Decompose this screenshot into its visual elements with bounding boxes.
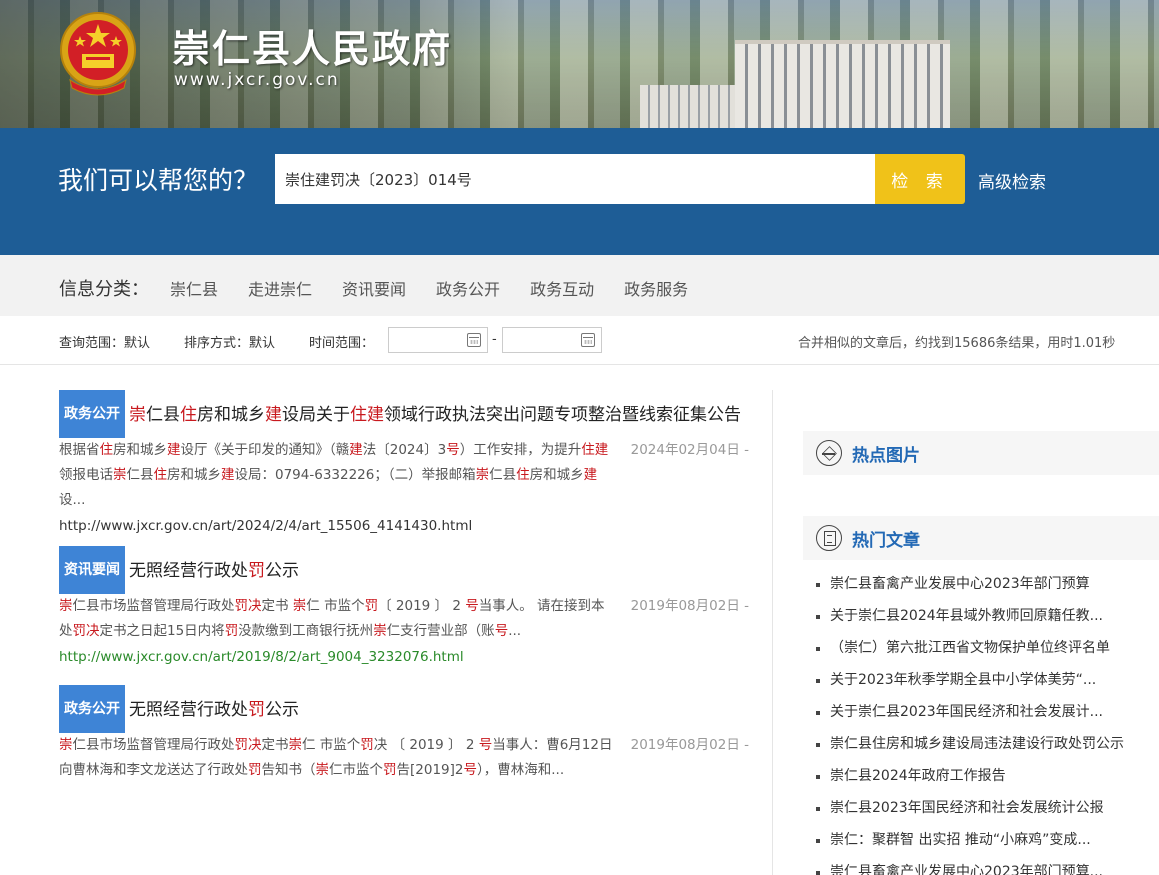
advanced-search-link[interactable]: 高级检索 [978, 168, 1046, 193]
hot-articles-title[interactable]: 热门文章 [852, 526, 920, 551]
result-title[interactable]: 资讯要闻 无照经营行政处罚公示 [59, 546, 749, 594]
result-item: 政务公开 崇仁县住房和城乡建设局关于住建领域行政执法突出问题专项整治暨线索征集公告… [59, 390, 749, 540]
result-tag: 资讯要闻 [59, 546, 125, 594]
hot-article-item[interactable]: 关于崇仁县2023年国民经济和社会发展计... [803, 696, 1159, 728]
time-range-label: 时间范围： [309, 336, 375, 351]
result-snippet: 崇仁县市场监督管理局行政处罚决定书崇仁 市监个罚决 〔 2019 〕 2 号当事… [59, 733, 749, 783]
date-separator: - [492, 332, 497, 347]
hot-article-item[interactable]: 崇仁县畜禽产业发展中心2023年部门预算 [803, 568, 1159, 600]
hot-article-item[interactable]: 关于崇仁县2024年县域外教师回原籍任教... [803, 600, 1159, 632]
category-about-chongren[interactable]: 走进崇仁 [248, 276, 312, 300]
results-list: 政务公开 崇仁县住房和城乡建设局关于住建领域行政执法突出问题专项整治暨线索征集公告… [59, 390, 749, 783]
start-date-input[interactable] [388, 327, 488, 353]
hot-article-item[interactable]: 关于2023年秋季学期全县中小学体美劳“... [803, 664, 1159, 696]
category-list: 崇仁县 走进崇仁 资讯要闻 政务公开 政务互动 政务服务 [170, 276, 718, 300]
search-prompt: 我们可以帮您的？ [58, 166, 259, 195]
category-bar: 信息分类： 崇仁县 走进崇仁 资讯要闻 政务公开 政务互动 政务服务 [0, 255, 1159, 316]
column-divider [772, 390, 773, 875]
national-emblem-icon [60, 12, 136, 96]
government-building-image [735, 40, 950, 128]
search-input[interactable] [275, 154, 875, 204]
filter-row: 查询范围：默认 排序方式：默认 时间范围： - 合并相似的文章后，约找到1568… [0, 316, 1159, 365]
building-image [640, 85, 735, 128]
category-label: 信息分类： [59, 279, 149, 300]
result-tag: 政务公开 [59, 685, 125, 733]
result-date: 2024年02月04日 - [630, 442, 749, 458]
site-url: www.jxcr.gov.cn [174, 70, 340, 90]
layers-icon [816, 440, 842, 466]
result-url[interactable]: http://www.jxcr.gov.cn/art/2019/8/2/art_… [59, 644, 749, 671]
category-interaction[interactable]: 政务互动 [530, 276, 594, 300]
category-services[interactable]: 政务服务 [624, 276, 688, 300]
result-snippet: 崇仁县市场监督管理局行政处罚决定书 崇仁 市监个罚〔 2019 〕 2 号当事人… [59, 594, 749, 644]
scope-filter[interactable]: 查询范围：默认 [59, 332, 150, 351]
hot-article-item[interactable]: 崇仁县2024年政府工作报告 [803, 760, 1159, 792]
category-gov-affairs[interactable]: 政务公开 [436, 276, 500, 300]
hot-article-item[interactable]: 崇仁县住房和城乡建设局违法建设行政处罚公示 [803, 728, 1159, 760]
calendar-icon[interactable] [467, 333, 481, 347]
hot-article-item[interactable]: 崇仁县2023年国民经济和社会发展统计公报 [803, 792, 1159, 824]
hot-article-item[interactable]: 崇仁县畜禽产业发展中心2023年部门预算... [803, 856, 1159, 875]
hot-images-title[interactable]: 热点图片 [852, 441, 920, 466]
hot-images-panel: 热点图片 [803, 431, 1159, 475]
hot-article-item[interactable]: 崇仁：聚群智 出实招 推动“小麻鸡”变成... [803, 824, 1159, 856]
category-news[interactable]: 资讯要闻 [342, 276, 406, 300]
hot-images-header: 热点图片 [803, 431, 1159, 475]
end-date-input[interactable] [502, 327, 602, 353]
result-item: 资讯要闻 无照经营行政处罚公示 崇仁县市场监督管理局行政处罚决定书 崇仁 市监个罚… [59, 546, 749, 671]
hot-articles-list: 崇仁县畜禽产业发展中心2023年部门预算 关于崇仁县2024年县域外教师回原籍任… [803, 560, 1159, 875]
search-band: 我们可以帮您的？ 检 索 高级检索 [0, 128, 1159, 255]
document-icon [816, 525, 842, 551]
hot-article-item[interactable]: （崇仁）第六批江西省文物保护单位终评名单 [803, 632, 1159, 664]
search-button[interactable]: 检 索 [875, 154, 965, 204]
header-banner: 崇仁县人民政府 www.jxcr.gov.cn [0, 0, 1159, 128]
result-title[interactable]: 政务公开 崇仁县住房和城乡建设局关于住建领域行政执法突出问题专项整治暨线索征集公告 [59, 390, 749, 438]
hot-articles-panel: 热门文章 崇仁县畜禽产业发展中心2023年部门预算 关于崇仁县2024年县域外教… [803, 516, 1159, 875]
result-date: 2019年08月02日 - [630, 598, 749, 614]
result-snippet: 根据省住房和城乡建设厅《关于印发的通知》（赣建法〔2024〕3号）工作安排，为提… [59, 438, 749, 513]
result-url[interactable]: http://www.jxcr.gov.cn/art/2024/2/4/art_… [59, 513, 749, 540]
calendar-icon[interactable] [581, 333, 595, 347]
hot-articles-header: 热门文章 [803, 516, 1159, 560]
result-date: 2019年08月02日 - [630, 737, 749, 753]
result-tag: 政务公开 [59, 390, 125, 438]
result-summary: 合并相似的文章后，约找到15686条结果，用时1.01秒 [798, 336, 1116, 351]
result-title[interactable]: 政务公开 无照经营行政处罚公示 [59, 685, 749, 733]
category-chongren[interactable]: 崇仁县 [170, 276, 218, 300]
result-item: 政务公开 无照经营行政处罚公示 崇仁县市场监督管理局行政处罚决定书崇仁 市监个罚决… [59, 685, 749, 783]
sort-filter[interactable]: 排序方式：默认 [184, 332, 275, 351]
site-title: 崇仁县人民政府 [172, 26, 453, 71]
